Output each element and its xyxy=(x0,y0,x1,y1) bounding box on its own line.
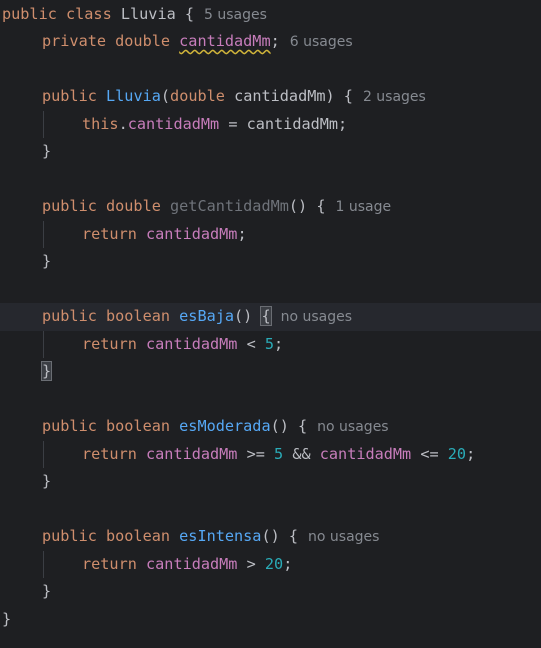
usages-inlay-hint[interactable]: no usages xyxy=(308,529,379,545)
code-token: Lluvia { xyxy=(120,4,195,23)
code-line[interactable]: public boolean esBaja() { no usages xyxy=(0,303,541,331)
code-line[interactable] xyxy=(0,56,541,84)
code-token: return xyxy=(82,334,147,353)
code-token: esModerada xyxy=(179,417,271,435)
code-line[interactable]: } xyxy=(0,468,541,496)
code-token: ; xyxy=(237,224,247,243)
code-token: } xyxy=(40,361,53,381)
code-line[interactable] xyxy=(0,496,541,524)
code-token: 5 xyxy=(264,334,275,353)
code-editor[interactable]: public class Lluvia {5 usages private dou… xyxy=(0,0,541,648)
code-token: return xyxy=(82,444,147,463)
code-token: private double xyxy=(42,32,180,50)
code-token: >= xyxy=(237,444,275,463)
code-token: esBaja xyxy=(179,307,235,325)
code-line[interactable]: public boolean esIntensa() { no usages xyxy=(0,523,541,551)
indent-guide xyxy=(43,550,44,578)
code-token: cantidadMm xyxy=(146,224,238,243)
code-token: ; xyxy=(283,554,293,573)
code-token: > xyxy=(237,554,265,573)
code-token: public boolean xyxy=(42,527,180,545)
code-token: } xyxy=(2,609,12,628)
code-token: return xyxy=(82,224,147,243)
usages-inlay-hint[interactable]: 2 usages xyxy=(363,89,426,105)
code-line[interactable]: } xyxy=(0,606,541,634)
usages-inlay-hint[interactable]: 1 usage xyxy=(335,199,391,215)
code-token: public boolean xyxy=(42,417,180,435)
code-token: this xyxy=(82,114,119,133)
code-token: && xyxy=(283,444,320,463)
code-token: () { xyxy=(270,417,308,435)
usages-inlay-hint[interactable]: 5 usages xyxy=(204,7,267,23)
code-line[interactable] xyxy=(0,386,541,414)
code-line[interactable]: private double cantidadMm; 6 usages xyxy=(0,28,541,56)
indent-guide xyxy=(43,330,44,358)
code-line[interactable]: } xyxy=(0,138,541,166)
code-token: cantidadMm xyxy=(146,444,238,463)
indent-guide xyxy=(43,220,44,248)
code-token: esIntensa xyxy=(179,527,262,545)
code-line[interactable]: public class Lluvia { 5 usages xyxy=(0,1,541,29)
code-token: public boolean xyxy=(42,307,180,325)
code-token: cantidadMm xyxy=(146,554,238,573)
code-token: Lluvia xyxy=(106,87,161,105)
code-token: ( xyxy=(160,87,171,105)
code-token: public xyxy=(42,87,107,105)
code-token: () { xyxy=(288,197,326,215)
code-token: ; xyxy=(274,334,284,353)
code-token: double xyxy=(170,87,235,105)
code-token: getCantidadMm xyxy=(170,197,289,215)
code-token: ; xyxy=(270,32,280,50)
code-token: 20 xyxy=(447,444,467,463)
code-token: cantidadMm xyxy=(146,334,238,353)
code-token: . xyxy=(118,114,128,133)
code-line[interactable] xyxy=(0,276,541,304)
code-line[interactable]: } xyxy=(0,248,541,276)
code-token: () { xyxy=(261,527,299,545)
code-line[interactable]: } xyxy=(0,578,541,606)
code-token: cantidadMm) { xyxy=(234,87,353,105)
code-token: < xyxy=(237,334,265,353)
code-line[interactable]: } xyxy=(0,358,541,386)
code-token: } xyxy=(42,472,52,490)
code-token: ; xyxy=(466,444,476,463)
indent-guide xyxy=(43,440,44,468)
code-token: 5 xyxy=(274,444,284,463)
code-token: public class xyxy=(2,4,121,23)
code-line[interactable]: public double getCantidadMm() { 1 usage xyxy=(0,193,541,221)
code-line[interactable]: public boolean esModerada() { no usages xyxy=(0,413,541,441)
code-token: () xyxy=(234,307,262,325)
code-line[interactable]: return cantidadMm >= 5 && cantidadMm <= … xyxy=(0,441,541,469)
code-token: = cantidadMm; xyxy=(219,114,348,133)
code-token: } xyxy=(42,582,52,600)
code-line[interactable]: return cantidadMm; xyxy=(0,221,541,249)
code-line[interactable]: return cantidadMm > 20; xyxy=(0,551,541,579)
code-line[interactable]: this.cantidadMm = cantidadMm; xyxy=(0,111,541,139)
code-token: return xyxy=(82,554,147,573)
code-token: <= xyxy=(411,444,448,463)
indent-guide xyxy=(43,110,44,138)
usages-inlay-hint[interactable]: 6 usages xyxy=(290,34,353,50)
code-line[interactable]: return cantidadMm < 5; xyxy=(0,331,541,359)
code-token: { xyxy=(260,306,272,326)
code-line[interactable] xyxy=(0,166,541,194)
code-token: 20 xyxy=(264,554,284,573)
code-token: cantidadMm xyxy=(179,32,271,50)
code-line[interactable]: public Lluvia(double cantidadMm) { 2 usag… xyxy=(0,83,541,111)
code-token: cantidadMm xyxy=(127,114,220,133)
code-token: } xyxy=(42,252,52,270)
code-token: public double xyxy=(42,197,171,215)
usages-inlay-hint[interactable]: no usages xyxy=(281,309,352,325)
usages-inlay-hint[interactable]: no usages xyxy=(317,419,388,435)
code-token: } xyxy=(42,142,52,160)
code-token: cantidadMm xyxy=(319,444,412,463)
